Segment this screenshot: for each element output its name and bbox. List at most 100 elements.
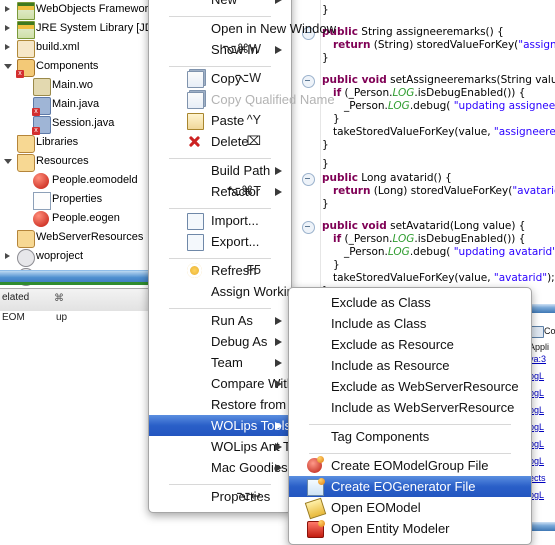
view-tab-label[interactable]: elated	[2, 292, 29, 303]
tree-item-label: WebServerResources	[36, 231, 144, 243]
menu-item-shortcut: ⌥⌘T	[226, 184, 261, 198]
submenu-arrow-icon	[275, 422, 282, 430]
menu-item-label: Import...	[211, 213, 259, 228]
console-title-bar[interactable]	[528, 522, 555, 531]
code-token: LOG	[392, 233, 415, 245]
menu-item[interactable]: Restore from Local History...	[149, 394, 375, 415]
console-title-bar[interactable]	[528, 304, 555, 313]
code-token: (Long) storedValueForKey(	[370, 185, 513, 197]
menu-item[interactable]: Debug As	[149, 331, 291, 352]
code-token: (String) storedValueForKey(	[370, 39, 519, 51]
menu-item[interactable]: Properties ⌥↩	[149, 486, 291, 507]
code-token: "updating assigneeremarks"	[453, 100, 555, 112]
code-token: takeStoredValueForKey(value,	[333, 126, 494, 138]
menu-item-label: Paste	[211, 113, 245, 128]
menu-separator	[169, 208, 271, 209]
project-context-menu[interactable]: New Open in New Window Show In⌥⌘W Copy⌥W Cop…	[148, 0, 375, 513]
refresh-icon	[187, 263, 202, 278]
overlay-badge-icon	[318, 478, 325, 485]
code-line: }	[322, 198, 329, 210]
code-line: if (_Person.LOG.isDebugEnabled()) {	[333, 87, 525, 100]
submenu-arrow-icon	[275, 464, 282, 472]
delete-icon	[187, 134, 202, 149]
overlay-badge-icon	[317, 456, 324, 463]
code-line: public void setAvatarid(Long value) {	[322, 220, 525, 233]
copy-icon	[187, 71, 204, 88]
code-line: return (Long) storedValueForKey("avatari…	[333, 185, 555, 198]
menu-item-label: Open Entity Modeler	[331, 521, 450, 536]
code-token: );	[547, 272, 555, 284]
menu-item[interactable]: Create EOModelGroup File	[289, 455, 531, 476]
menu-item[interactable]: Paste ^Y	[149, 110, 291, 131]
tree-item-label: Resources	[36, 155, 89, 167]
code-line: }	[322, 139, 329, 151]
menu-item[interactable]: Open Entity Modeler	[289, 518, 531, 539]
menu-item[interactable]: WOLips Ant Tools	[149, 436, 313, 457]
menu-item[interactable]: Refactor ⌥⌘T	[149, 181, 291, 202]
menu-item-label: Open in New Window	[211, 21, 336, 36]
code-line: return (String) storedValueForKey("assig…	[333, 39, 555, 52]
menu-item[interactable]: New	[149, 0, 291, 10]
java-source-editor[interactable]: } public String assigneeremarks() {return…	[296, 0, 555, 300]
menu-item[interactable]: Include as Resource	[289, 355, 531, 376]
menu-item[interactable]: Exclude as Class	[289, 292, 531, 313]
chevron-right-icon[interactable]	[4, 0, 13, 19]
chevron-down-icon[interactable]	[4, 57, 13, 76]
import-icon	[187, 213, 204, 230]
menu-item[interactable]: Delete ⌧	[149, 131, 291, 152]
menu-separator	[169, 258, 271, 259]
fold-gutter[interactable]	[296, 0, 321, 300]
menu-item[interactable]: Create EOGenerator File	[289, 476, 531, 497]
menu-item-shortcut: ⌥↩	[236, 489, 261, 503]
menu-item[interactable]: Open EOModel	[289, 497, 531, 520]
menu-item[interactable]: Mac Goodies	[149, 457, 291, 478]
code-line: public void setAssigneeremarks(String va…	[322, 74, 555, 87]
menu-item[interactable]: WOLips Tools	[149, 415, 291, 436]
tree-item-label: People.eomodeld	[52, 174, 138, 186]
menu-item[interactable]: Exclude as Resource	[289, 334, 531, 355]
menu-item[interactable]: Tag Components	[289, 426, 531, 447]
menu-item: Copy Qualified Name	[149, 89, 335, 110]
chevron-right-icon[interactable]	[4, 247, 13, 266]
menu-item[interactable]: Include as Class	[289, 313, 531, 334]
view-tab-close-icon[interactable]: ⌘	[54, 293, 64, 304]
menu-item[interactable]: Run As	[149, 310, 291, 331]
code-fold-icon[interactable]	[302, 173, 315, 186]
menu-item[interactable]: Assign Working Sets...	[149, 281, 342, 302]
menu-item-shortcut: ^Y	[246, 113, 261, 127]
code-fold-icon[interactable]	[302, 75, 315, 88]
menu-item[interactable]: Import...	[149, 210, 291, 231]
menu-item[interactable]: Show In ⌥⌘W	[149, 39, 291, 60]
menu-item[interactable]: Build Path	[149, 160, 291, 181]
code-token: "assigneeremarks"	[518, 39, 555, 51]
tree-item-label: Main.wo	[52, 79, 93, 91]
menu-item-label: Exclude as WebServerResource	[331, 379, 519, 394]
code-token: .isDebugEnabled()) {	[414, 233, 526, 245]
code-line: _Person.LOG.debug( "updating avatarid"	[344, 246, 555, 259]
menu-item[interactable]: Open in New Window	[149, 18, 336, 39]
menu-separator	[309, 453, 511, 454]
chevron-right-icon[interactable]	[4, 19, 13, 38]
tree-item-label: woproject	[36, 250, 84, 262]
code-fold-icon[interactable]	[302, 221, 315, 234]
wo-component-icon	[33, 78, 51, 96]
chevron-down-icon[interactable]	[4, 152, 13, 171]
folder-icon	[17, 230, 35, 248]
menu-item[interactable]: Copy ⌥W	[149, 68, 291, 89]
menu-item[interactable]: Include as WebServerResource	[289, 397, 531, 418]
menu-item[interactable]: Export...	[149, 231, 291, 252]
folder-icon	[17, 135, 35, 153]
menu-item[interactable]: Compare With	[149, 373, 294, 394]
menu-separator	[309, 424, 511, 425]
chevron-right-icon[interactable]	[4, 38, 13, 57]
ant-build-icon	[17, 40, 35, 58]
tree-item-label: People.eogen	[52, 212, 120, 224]
code-line: takeStoredValueForKey(value, "avatarid")…	[333, 272, 555, 285]
menu-item[interactable]: Refresh F5	[149, 260, 291, 281]
code-token: takeStoredValueForKey(value,	[333, 272, 494, 284]
menu-item[interactable]: Exclude as WebServerResource	[289, 376, 531, 397]
menu-item[interactable]: Team	[149, 352, 291, 373]
menu-separator	[169, 484, 271, 485]
wolips-tools-submenu[interactable]: Exclude as Class Include as Class Exclude …	[288, 287, 532, 545]
menu-item-label: Team	[211, 355, 243, 370]
